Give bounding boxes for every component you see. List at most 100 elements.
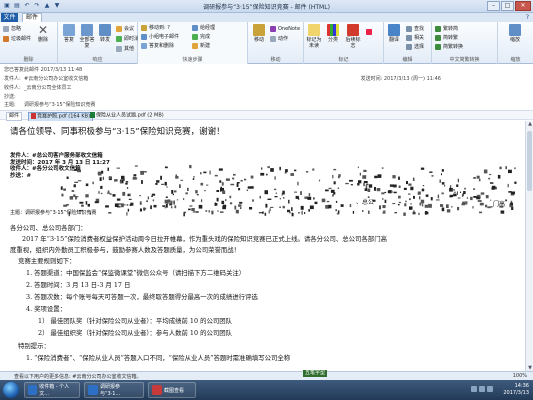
group-tags: 标记为未读 分类 后续标志 标记 [304, 22, 384, 64]
zoom-level[interactable]: 100% [513, 373, 527, 379]
noise-glyph [505, 166, 507, 170]
noise-glyph [441, 173, 442, 176]
help-icon[interactable]: ? [526, 14, 529, 21]
attachment-xlsx[interactable]: 保险从业人员试题.pdf (2 MB) [88, 112, 166, 120]
ribbon-tabs: 文件 邮件 ? [0, 13, 533, 22]
noise-glyph [464, 187, 466, 190]
noise-glyph [368, 210, 370, 214]
volume-icon[interactable] [479, 386, 485, 392]
noise-glyph [128, 198, 132, 200]
noise-glyph [191, 208, 195, 212]
forward-button[interactable]: 转发 [96, 24, 114, 43]
delete-button[interactable]: ✕ 删除 [34, 24, 52, 43]
noise-glyph [417, 191, 421, 195]
actions-icon [270, 36, 276, 42]
noise-glyph [409, 198, 411, 201]
noise-glyph [397, 204, 400, 206]
move-button[interactable]: 移动 [250, 24, 268, 43]
ime-indicator[interactable]: 五笔字型 [303, 370, 328, 377]
noise-glyph [61, 193, 64, 197]
actions-button[interactable]: 动作 [270, 35, 288, 43]
noise-glyph [418, 212, 420, 216]
minimize-button[interactable]: – [487, 1, 500, 11]
noise-glyph [132, 177, 135, 180]
zoom-button[interactable]: 缩放 [506, 24, 524, 43]
from-value[interactable]: #云南分公司办公室收文信箱 [24, 76, 88, 82]
flag-tray-icon[interactable] [487, 386, 493, 392]
noise-glyph [209, 170, 211, 175]
vertical-scrollbar[interactable]: ▲ ▼ [525, 121, 533, 371]
related-button[interactable]: 相关 [406, 34, 424, 42]
noise-glyph [446, 209, 451, 213]
noise-glyph [225, 178, 230, 181]
noise-glyph [381, 167, 384, 169]
mark-unread-button[interactable]: 标记为未读 [305, 24, 323, 49]
noise-glyph [340, 204, 344, 207]
qs-move-button[interactable]: 移动到: ? [141, 24, 170, 32]
noise-glyph [225, 199, 227, 202]
noise-glyph [456, 191, 458, 195]
noise-glyph [239, 201, 243, 204]
qs-new-button[interactable]: 新建 [192, 42, 210, 50]
tab-file[interactable]: 文件 [1, 13, 18, 22]
find-button[interactable]: 查找 [406, 25, 424, 33]
taskbar-app-inbox[interactable]: 收件箱 - 个人文... [24, 382, 80, 398]
check-icon [192, 34, 198, 40]
noise-glyph [359, 172, 361, 176]
followup-button[interactable]: 后续标志 [344, 24, 362, 49]
noise-glyph [431, 175, 434, 177]
ignore-button[interactable]: 忽略 [3, 25, 21, 33]
noise-glyph [126, 212, 128, 216]
to-simp-button[interactable]: 简转繁 [435, 34, 458, 42]
group-zoom: 缩放 缩放 [498, 22, 533, 64]
noise-glyph [208, 210, 210, 213]
to-value[interactable]: _云南分公司全体员工 [24, 85, 72, 91]
scroll-thumb[interactable] [527, 131, 532, 191]
attachment-message-tab[interactable]: 邮件 [6, 112, 23, 121]
noise-glyph [430, 197, 433, 201]
convert-button[interactable]: 简繁转换 [435, 43, 463, 51]
meeting-button[interactable]: 会议 [116, 25, 134, 33]
to-trad-button[interactable]: 繁转简 [435, 25, 458, 33]
maximize-button[interactable]: □ [501, 1, 514, 11]
noise-glyph [308, 193, 311, 197]
noise-glyph [368, 184, 373, 188]
start-button[interactable] [3, 382, 19, 398]
qs-done-button[interactable]: 完成 [192, 33, 210, 41]
junk-button[interactable]: 垃圾邮件 [3, 35, 31, 43]
noise-glyph [349, 179, 353, 182]
group-convert: 繁转简 简转繁 简繁转换 中文简繁转换 [432, 22, 498, 64]
noise-glyph [470, 196, 473, 201]
more-button[interactable]: 其他 [116, 45, 134, 53]
noise-glyph [456, 184, 459, 187]
qs-team-button[interactable]: 小组电子邮件 [141, 33, 179, 41]
onenote-button[interactable]: OneNote [270, 25, 300, 33]
noise-glyph [294, 169, 297, 172]
noise-glyph [139, 208, 142, 212]
noise-glyph [150, 205, 152, 210]
close-button[interactable]: ✕ [515, 1, 531, 11]
select-button[interactable]: 选择 [406, 43, 424, 51]
translate-button[interactable]: 翻译 [385, 24, 403, 43]
qs-manager-button[interactable]: 给经理 [192, 24, 215, 32]
para-greeting: 各分公司、总公司各部门： [10, 224, 87, 232]
qs-reply-delete-button[interactable]: 答复和删除 [141, 42, 174, 50]
scroll-up-icon[interactable]: ▲ [527, 121, 533, 127]
special-notice: 特别提示： [18, 342, 50, 350]
tab-message[interactable]: 邮件 [22, 13, 42, 22]
trad-icon [435, 26, 441, 32]
noise-glyph [174, 205, 177, 209]
tag-option-icon[interactable] [366, 28, 372, 36]
noise-glyph [383, 210, 386, 212]
noise-glyph [421, 188, 425, 192]
taskbar-app-viewer[interactable]: 截图查看 [148, 382, 196, 398]
noise-glyph [453, 191, 456, 193]
noise-glyph [252, 199, 254, 202]
reply-button[interactable]: 答复 [60, 24, 78, 43]
taskbar-app-message[interactable]: 调研报参与“3·1... [84, 382, 144, 398]
reply-all-button[interactable]: 全部答复 [78, 24, 96, 49]
noise-glyph [105, 205, 109, 208]
categorize-button[interactable]: 分类 [324, 24, 342, 43]
clock[interactable]: 14:36 2017/3/13 [503, 383, 529, 397]
network-icon[interactable] [471, 386, 477, 392]
